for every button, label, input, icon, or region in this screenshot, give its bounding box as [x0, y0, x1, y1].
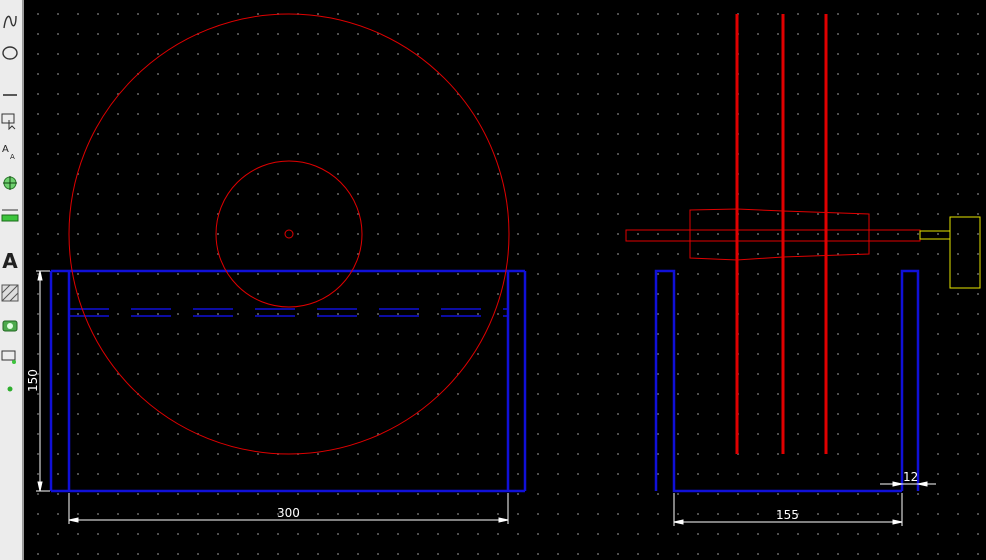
side-right-wall	[900, 269, 920, 491]
camera-icon	[2, 320, 18, 332]
svg-text:A: A	[10, 153, 15, 160]
camera-tool-button[interactable]	[0, 314, 20, 336]
line-icon	[3, 94, 17, 96]
line-tool-button[interactable]	[0, 84, 20, 106]
hatch-icon	[1, 284, 19, 302]
text-size-icon: AA	[2, 144, 15, 160]
side-left-wall	[654, 269, 902, 493]
outer-circle	[68, 13, 510, 455]
point-icon	[7, 386, 13, 392]
dimension-300-label: 300	[277, 506, 300, 520]
hidden-lines	[69, 308, 508, 317]
dimension-tool-button[interactable]	[0, 204, 20, 226]
handle-stem	[919, 230, 951, 240]
cursor-select-icon	[1, 113, 16, 130]
dimension-150-label: 150	[26, 369, 40, 392]
point-tool-button[interactable]	[0, 378, 20, 400]
red-circles	[68, 13, 510, 455]
ellipse-icon	[2, 46, 18, 60]
left-toolbar: AA A	[0, 0, 24, 560]
text-tool-button[interactable]: A	[0, 249, 20, 273]
handle	[919, 216, 981, 289]
center-circle	[284, 229, 294, 239]
pan-icon	[1, 350, 16, 364]
pan-tool-button[interactable]	[0, 346, 20, 368]
snap-tool-button[interactable]	[0, 172, 20, 194]
text-size-tool-button[interactable]: AA	[0, 140, 20, 162]
hatch-tool-button[interactable]	[0, 282, 20, 304]
text-a-icon: A	[2, 249, 18, 273]
snap-target-icon	[3, 176, 17, 190]
shaft	[625, 229, 921, 242]
side-view-part	[654, 269, 920, 493]
svg-text:A: A	[2, 144, 9, 155]
inner-circle	[215, 160, 363, 308]
front-view-part	[49, 269, 527, 493]
handle-block	[949, 216, 981, 289]
ellipse-tool-button[interactable]	[0, 42, 20, 64]
select-tool-button[interactable]	[0, 110, 20, 132]
cad-drawing: 150 300 155 12	[26, 13, 981, 526]
dimension-155-label: 155	[776, 508, 799, 522]
spline-icon	[3, 15, 17, 29]
dimension-12-label: 12	[903, 470, 918, 484]
shaft-assembly	[625, 14, 921, 454]
spline-tool-button[interactable]	[0, 10, 20, 32]
hub-middle	[736, 208, 784, 261]
hub-left-taper	[689, 208, 738, 261]
drawing-canvas[interactable]: 150 300 155 12	[24, 0, 986, 560]
dimension-ruler-icon	[1, 209, 19, 222]
